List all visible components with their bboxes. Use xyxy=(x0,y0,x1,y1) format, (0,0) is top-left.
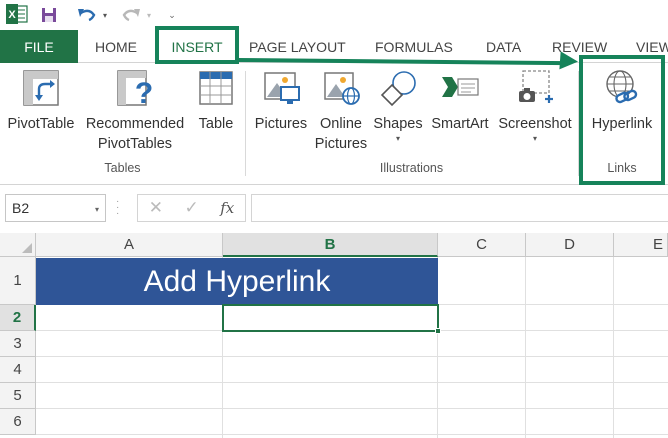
column-header-a[interactable]: A xyxy=(36,233,223,257)
pivot-table-icon xyxy=(21,67,61,109)
online-pictures-button[interactable]: Online Pictures xyxy=(312,67,370,154)
recommended-line2: PivotTables xyxy=(97,136,173,152)
shapes-dropdown-icon[interactable]: ▾ xyxy=(396,134,400,144)
formula-input[interactable] xyxy=(251,194,668,222)
screenshot-icon xyxy=(515,67,555,109)
pivot-table-button[interactable]: PivotTable xyxy=(6,67,76,134)
hyperlink-label: Hyperlink xyxy=(591,116,653,132)
quick-access-toolbar: X ▾ ▾ ⌄ xyxy=(0,0,668,30)
column-header-c[interactable]: C xyxy=(438,233,526,257)
row-header-2[interactable]: 2 xyxy=(0,305,36,331)
enter-icon[interactable]: ✓ xyxy=(184,198,198,218)
tab-view[interactable]: VIEW xyxy=(636,30,668,63)
gridline xyxy=(36,356,668,357)
merged-cell-a1-b1[interactable]: Add Hyperlink xyxy=(36,258,438,305)
undo-dropdown-icon[interactable]: ▾ xyxy=(100,3,110,27)
row-header-1[interactable]: 1 xyxy=(0,257,36,305)
screenshot-label: Screenshot xyxy=(498,116,572,132)
formula-bar: B2 ▾ · · · ✕ ✓ fx xyxy=(0,185,668,233)
formula-bar-buttons: ✕ ✓ fx xyxy=(137,194,246,222)
shapes-button[interactable]: Shapes ▾ xyxy=(372,67,424,144)
pictures-label: Pictures xyxy=(254,116,308,132)
links-group-label: Links xyxy=(607,161,637,175)
row-header-3[interactable]: 3 xyxy=(0,331,36,357)
recommended-line1: Recommended xyxy=(85,116,185,132)
online-line1: Online xyxy=(320,116,362,132)
redo-icon[interactable] xyxy=(120,3,142,27)
excel-logo-icon: X xyxy=(6,4,28,24)
screenshot-button[interactable]: Screenshot ▾ xyxy=(495,67,575,144)
table-button[interactable]: Table xyxy=(194,67,238,134)
gridline xyxy=(613,257,614,438)
gridline xyxy=(36,408,668,409)
smartart-icon xyxy=(440,67,480,109)
hyperlink-icon xyxy=(602,67,642,109)
shapes-label: Shapes xyxy=(373,116,423,132)
recommended-pivottables-button[interactable]: ? Recommended PivotTables xyxy=(80,67,190,154)
pivot-table-label: PivotTable xyxy=(7,116,75,132)
illustrations-group-label: Illustrations xyxy=(379,161,444,175)
svg-text:X: X xyxy=(8,9,16,21)
customize-toolbar-icon[interactable]: ⌄ xyxy=(164,3,180,27)
table-label: Table xyxy=(198,116,234,132)
online-line2: Pictures xyxy=(314,136,368,152)
online-pictures-icon xyxy=(321,67,361,109)
online-pictures-label: Online Pictures xyxy=(315,114,367,154)
row-header-5[interactable]: 5 xyxy=(0,383,36,409)
tab-formulas[interactable]: FORMULAS xyxy=(375,30,453,63)
row-header-4[interactable]: 4 xyxy=(0,357,36,383)
name-box[interactable]: B2 ▾ xyxy=(5,194,106,222)
hyperlink-button[interactable]: Hyperlink xyxy=(583,67,661,134)
tab-file[interactable]: FILE xyxy=(0,30,78,63)
insert-function-icon[interactable]: fx xyxy=(220,199,234,217)
worksheet-grid: A B C D E 1 2 3 4 5 6 Add Hyperlink xyxy=(0,233,668,438)
save-icon[interactable] xyxy=(38,3,60,27)
tab-home[interactable]: HOME xyxy=(95,30,137,63)
smartart-label: SmartArt xyxy=(431,116,489,132)
smartart-button[interactable]: SmartArt xyxy=(427,67,493,134)
pictures-button[interactable]: Pictures xyxy=(251,67,311,134)
recommended-pivottables-icon: ? xyxy=(115,67,155,109)
row-header-6[interactable]: 6 xyxy=(0,409,36,435)
gridline xyxy=(36,382,668,383)
name-box-value: B2 xyxy=(12,200,30,216)
column-header-d[interactable]: D xyxy=(526,233,614,257)
active-cell-b2[interactable] xyxy=(222,304,441,334)
insert-ribbon: PivotTable ? Recommended PivotTables Tab… xyxy=(0,63,668,185)
recommended-pivottables-label: Recommended PivotTables xyxy=(86,114,184,154)
column-header-b[interactable]: B xyxy=(223,233,438,257)
table-icon xyxy=(196,67,236,109)
column-header-e[interactable]: E xyxy=(614,233,668,257)
select-all-corner[interactable] xyxy=(0,233,36,257)
pictures-icon xyxy=(261,67,301,109)
screenshot-dropdown-icon[interactable]: ▾ xyxy=(533,134,537,144)
gridline xyxy=(525,257,526,438)
annotation-arrow-head-icon xyxy=(559,51,579,71)
select-all-triangle-icon xyxy=(22,243,32,253)
tab-insert[interactable]: INSERT xyxy=(156,30,238,64)
fill-handle[interactable] xyxy=(435,328,441,334)
svg-text:?: ? xyxy=(135,77,153,107)
cancel-icon[interactable]: ✕ xyxy=(149,198,163,218)
name-box-dropdown-icon[interactable]: ▾ xyxy=(95,205,99,214)
undo-icon[interactable] xyxy=(76,3,98,27)
formula-bar-grip-icon[interactable]: · · · xyxy=(116,197,122,219)
redo-dropdown-icon[interactable]: ▾ xyxy=(144,3,154,27)
tab-data[interactable]: DATA xyxy=(486,30,521,63)
tables-group-label: Tables xyxy=(104,161,141,175)
gridline xyxy=(36,434,668,435)
shapes-icon xyxy=(378,67,418,109)
